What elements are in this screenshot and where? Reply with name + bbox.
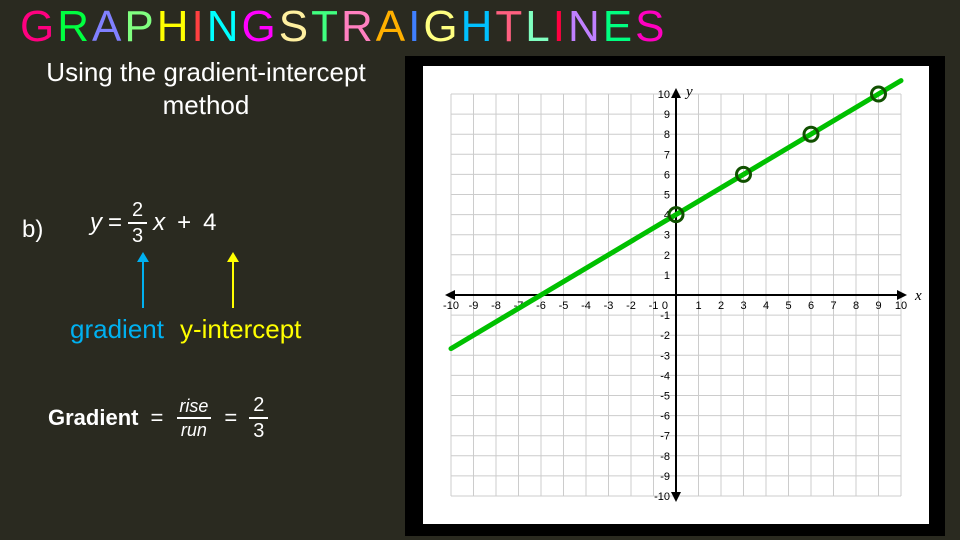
equation-c: 4 — [203, 209, 216, 237]
item-letter: b) — [22, 216, 43, 244]
svg-text:-2: -2 — [660, 330, 670, 342]
svg-text:-1: -1 — [649, 300, 659, 312]
equation-slope-fraction: 2 3 — [128, 200, 147, 246]
gradient-formula: Gradient = rise run = 2 3 — [48, 395, 268, 441]
svg-text:6: 6 — [664, 169, 670, 181]
two: 2 — [249, 395, 268, 417]
svg-text:-4: -4 — [660, 370, 670, 382]
subtitle: Using the gradient-intercept method — [16, 56, 396, 121]
svg-text:y: y — [684, 84, 693, 100]
rise-over-run: rise run — [175, 397, 212, 439]
page-title: GRAPHING STRAIGHT LINES — [20, 2, 668, 52]
svg-text:6: 6 — [808, 300, 814, 312]
svg-text:7: 7 — [664, 149, 670, 161]
formula-eq2: = — [224, 405, 237, 431]
three: 3 — [249, 417, 268, 441]
label-gradient: gradient — [70, 314, 164, 345]
svg-text:-6: -6 — [536, 300, 546, 312]
svg-text:-5: -5 — [559, 300, 569, 312]
svg-text:2: 2 — [664, 250, 670, 262]
formula-eq1: = — [150, 405, 163, 431]
equation-y: y — [90, 209, 102, 237]
svg-text:10: 10 — [895, 300, 907, 312]
equation-x: x — [153, 209, 165, 237]
arrow-yintercept — [232, 260, 234, 308]
svg-text:4: 4 — [763, 300, 769, 312]
svg-text:5: 5 — [664, 190, 670, 202]
svg-text:1: 1 — [664, 270, 670, 282]
svg-text:-2: -2 — [626, 300, 636, 312]
svg-text:7: 7 — [830, 300, 836, 312]
equation-eq: = — [108, 209, 122, 237]
svg-text:-6: -6 — [660, 411, 670, 423]
svg-text:-8: -8 — [491, 300, 501, 312]
svg-text:x: x — [914, 288, 922, 304]
svg-text:-3: -3 — [660, 350, 670, 362]
arrow-gradient — [142, 260, 144, 308]
rise: rise — [175, 397, 212, 417]
svg-text:-8: -8 — [660, 451, 670, 463]
equation: y = 2 3 x + 4 — [90, 200, 217, 246]
graph-plot: -10-9-8-7-6-5-4-3-2-112345678910-10-9-8-… — [423, 66, 929, 524]
svg-text:-10: -10 — [443, 300, 459, 312]
fraction-num: 2 — [128, 200, 147, 222]
svg-text:9: 9 — [664, 109, 670, 121]
gradient-word: Gradient — [48, 405, 138, 431]
svg-text:8: 8 — [664, 129, 670, 141]
svg-text:-10: -10 — [654, 491, 670, 503]
svg-text:5: 5 — [785, 300, 791, 312]
equation-plus: + — [177, 209, 191, 237]
svg-text:-9: -9 — [469, 300, 479, 312]
svg-text:2: 2 — [718, 300, 724, 312]
svg-text:-7: -7 — [660, 431, 670, 443]
two-thirds: 2 3 — [249, 395, 268, 441]
svg-text:-9: -9 — [660, 471, 670, 483]
svg-text:3: 3 — [664, 230, 670, 242]
svg-text:8: 8 — [853, 300, 859, 312]
svg-text:1: 1 — [695, 300, 701, 312]
svg-text:9: 9 — [875, 300, 881, 312]
fraction-den: 3 — [128, 222, 147, 246]
graph-svg: -10-9-8-7-6-5-4-3-2-112345678910-10-9-8-… — [423, 66, 929, 524]
run: run — [177, 417, 211, 439]
svg-text:-5: -5 — [660, 391, 670, 403]
svg-text:-4: -4 — [581, 300, 591, 312]
svg-text:3: 3 — [740, 300, 746, 312]
svg-text:10: 10 — [658, 89, 670, 101]
label-yintercept: y-intercept — [180, 314, 301, 345]
svg-text:0: 0 — [662, 300, 668, 312]
svg-text:-3: -3 — [604, 300, 614, 312]
graph-container: -10-9-8-7-6-5-4-3-2-112345678910-10-9-8-… — [405, 56, 945, 536]
